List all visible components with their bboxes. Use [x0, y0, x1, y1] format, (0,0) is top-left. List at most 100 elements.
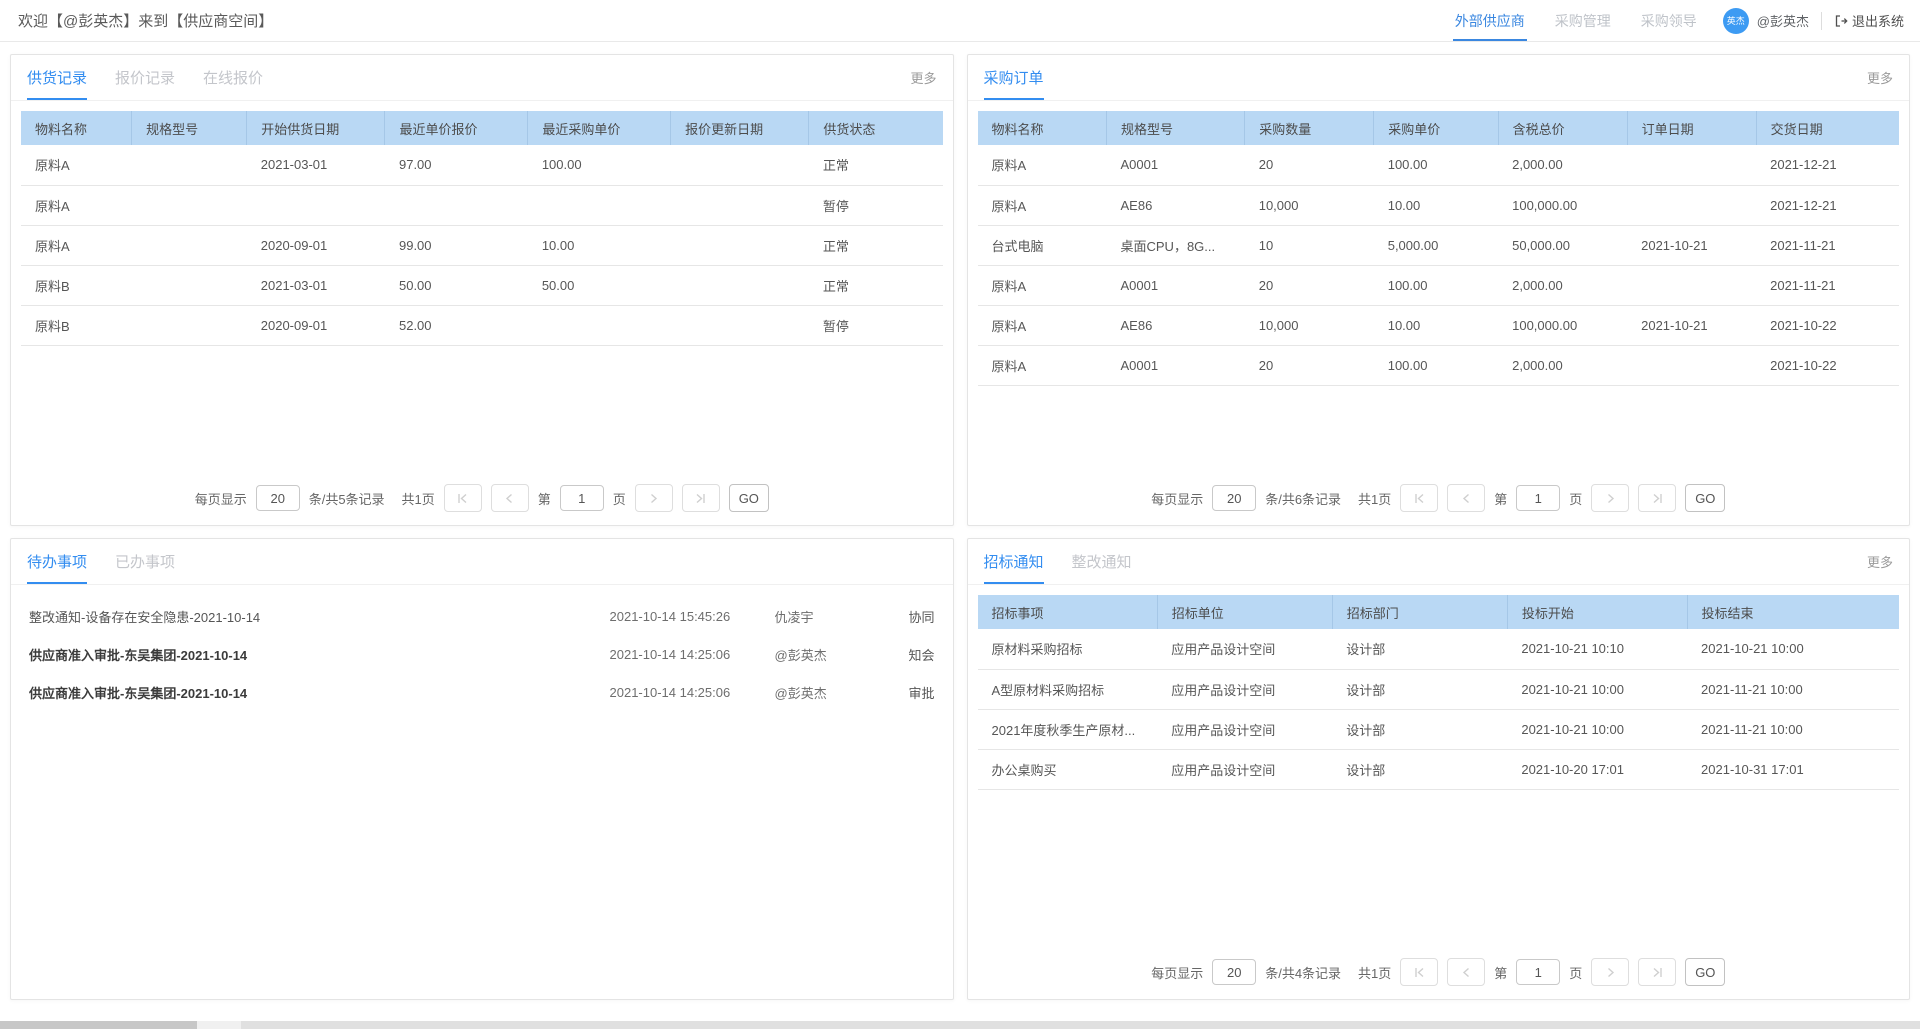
- orders-table-header: 物料名称规格型号采购数量采购单价含税总价订单日期交货日期: [978, 111, 1900, 145]
- last-page-button[interactable]: [682, 484, 720, 512]
- nav-item-purchase-leader[interactable]: 采购领导: [1641, 0, 1697, 41]
- last-page-button[interactable]: [1638, 484, 1676, 512]
- logout-button[interactable]: 退出系统: [1834, 11, 1904, 30]
- next-page-button[interactable]: [635, 484, 673, 512]
- first-page-button[interactable]: [444, 484, 482, 512]
- avatar[interactable]: 英杰: [1723, 8, 1749, 34]
- cell-material: 原料B: [21, 265, 132, 305]
- table-row[interactable]: 原料A AE86 10,000 10.00 100,000.00 2021-12…: [978, 185, 1900, 225]
- table-row[interactable]: A型原材料采购招标 应用产品设计空间 设计部 2021-10-21 10:00 …: [978, 669, 1900, 709]
- column-header: 投标结束: [1687, 595, 1899, 629]
- tab-bidding-notice[interactable]: 招标通知: [984, 539, 1044, 584]
- cell-recent-quote: 52.00: [385, 305, 528, 345]
- tab-quote-records[interactable]: 报价记录: [115, 55, 175, 100]
- nav-item-external-supplier[interactable]: 外部供应商: [1455, 0, 1525, 41]
- table-row[interactable]: 2021年度秋季生产原材... 应用产品设计空间 设计部 2021-10-21 …: [978, 709, 1900, 749]
- page-size-input[interactable]: [1212, 485, 1256, 511]
- column-header: 供货状态: [809, 111, 943, 145]
- cell-order-date: 2021-10-21: [1627, 225, 1756, 265]
- cell-spec: [132, 185, 247, 225]
- nav-item-purchase-management[interactable]: 采购管理: [1555, 0, 1611, 41]
- todo-item[interactable]: 供应商准入审批-东吴集团-2021-10-14 2021-10-14 14:25…: [11, 673, 953, 711]
- go-button[interactable]: GO: [729, 484, 769, 512]
- first-page-button[interactable]: [1400, 958, 1438, 986]
- cell-recent-quote: 99.00: [385, 225, 528, 265]
- bidding-pagination: 每页显示 条/共4条记录 共1页 第 页 GO: [968, 958, 1910, 986]
- cell-delivery-date: 2021-12-21: [1756, 145, 1899, 185]
- go-button[interactable]: GO: [1685, 484, 1725, 512]
- cell-delivery-date: 2021-12-21: [1756, 185, 1899, 225]
- cell-material: 台式电脑: [978, 225, 1107, 265]
- records-label: 条/共5条记录: [309, 489, 385, 508]
- cell-material: 原料A: [978, 345, 1107, 385]
- nav-label: 采购管理: [1555, 11, 1611, 31]
- cell-bid-department: 设计部: [1332, 709, 1507, 749]
- todo-title: 整改通知-设备存在安全隐患-2021-10-14: [29, 607, 610, 626]
- column-header: 规格型号: [132, 111, 247, 145]
- table-row[interactable]: 原料A AE86 10,000 10.00 100,000.00 2021-10…: [978, 305, 1900, 345]
- page-number-input[interactable]: [560, 485, 604, 511]
- cell-recent-price: 10.00: [528, 225, 671, 265]
- logout-icon: [1834, 14, 1848, 28]
- first-page-button[interactable]: [1400, 484, 1438, 512]
- supply-more-link[interactable]: 更多: [910, 68, 936, 87]
- cell-bid-subject: 2021年度秋季生产原材...: [978, 709, 1158, 749]
- table-row[interactable]: 办公桌购买 应用产品设计空间 设计部 2021-10-20 17:01 2021…: [978, 749, 1900, 789]
- tab-rectification-notice[interactable]: 整改通知: [1072, 539, 1132, 584]
- table-row[interactable]: 原料A 2021-03-01 97.00 100.00 正常: [21, 145, 943, 185]
- cell-bid-unit: 应用产品设计空间: [1157, 629, 1332, 669]
- cell-bid-subject: 原材料采购招标: [978, 629, 1158, 669]
- page-size-input[interactable]: [1212, 959, 1256, 985]
- cell-order-date: [1627, 185, 1756, 225]
- go-button[interactable]: GO: [1685, 958, 1725, 986]
- table-row[interactable]: 原料B 2020-09-01 52.00 暂停: [21, 305, 943, 345]
- tab-online-quote[interactable]: 在线报价: [203, 55, 263, 100]
- table-row[interactable]: 原料A A0001 20 100.00 2,000.00 2021-11-21: [978, 265, 1900, 305]
- prev-page-button[interactable]: [491, 484, 529, 512]
- table-row[interactable]: 原料A A0001 20 100.00 2,000.00 2021-12-21: [978, 145, 1900, 185]
- scrollbar-track-gap: [197, 1021, 241, 1029]
- panel-supply-records: 供货记录 报价记录 在线报价 更多 物料名称规格型号开始供货日期最近单价报价最近…: [10, 54, 954, 526]
- table-row[interactable]: 原料A 暂停: [21, 185, 943, 225]
- prev-page-button[interactable]: [1447, 958, 1485, 986]
- horizontal-scrollbar[interactable]: [0, 1021, 1920, 1029]
- table-row[interactable]: 原料B 2021-03-01 50.00 50.00 正常: [21, 265, 943, 305]
- table-row[interactable]: 原材料采购招标 应用产品设计空间 设计部 2021-10-21 10:10 20…: [978, 629, 1900, 669]
- orders-pagination: 每页显示 条/共6条记录 共1页 第 页 GO: [968, 484, 1910, 512]
- cell-quote-update-date: [671, 225, 809, 265]
- page-unit-label: 页: [1569, 963, 1582, 982]
- prev-page-button[interactable]: [1447, 484, 1485, 512]
- cell-order-date: [1627, 345, 1756, 385]
- bidding-table-header: 招标事项招标单位招标部门投标开始投标结束: [978, 595, 1900, 629]
- cell-total-price: 2,000.00: [1498, 345, 1627, 385]
- page-number-input[interactable]: [1516, 485, 1560, 511]
- orders-more-link[interactable]: 更多: [1867, 68, 1893, 87]
- cell-material: 原料A: [978, 265, 1107, 305]
- supply-table: 物料名称规格型号开始供货日期最近单价报价最近采购单价报价更新日期供货状态 原料A…: [21, 111, 943, 346]
- tab-todo-items[interactable]: 待办事项: [27, 539, 87, 584]
- todo-person: 仇凌宇: [775, 607, 890, 626]
- table-row[interactable]: 原料A 2020-09-01 99.00 10.00 正常: [21, 225, 943, 265]
- records-label: 条/共4条记录: [1265, 963, 1341, 982]
- cell-bid-subject: 办公桌购买: [978, 749, 1158, 789]
- next-page-button[interactable]: [1591, 958, 1629, 986]
- tab-done-items[interactable]: 已办事项: [115, 539, 175, 584]
- next-page-button[interactable]: [1591, 484, 1629, 512]
- next-page-icon: [1605, 967, 1616, 978]
- todo-item[interactable]: 整改通知-设备存在安全隐患-2021-10-14 2021-10-14 15:4…: [11, 597, 953, 635]
- bidding-more-link[interactable]: 更多: [1867, 552, 1893, 571]
- todo-timestamp: 2021-10-14 14:25:06: [610, 647, 775, 662]
- cell-spec: A0001: [1107, 145, 1245, 185]
- tab-purchase-orders[interactable]: 采购订单: [984, 55, 1044, 100]
- cell-bid-department: 设计部: [1332, 669, 1507, 709]
- orders-tabs: 采购订单: [984, 55, 1044, 100]
- todo-item[interactable]: 供应商准入审批-东吴集团-2021-10-14 2021-10-14 14:25…: [11, 635, 953, 673]
- scrollbar-thumb[interactable]: [0, 1021, 197, 1029]
- page-size-input[interactable]: [256, 485, 300, 511]
- tab-supply-records[interactable]: 供货记录: [27, 55, 87, 100]
- page-number-input[interactable]: [1516, 959, 1560, 985]
- top-nav: 外部供应商 采购管理 采购领导: [1455, 0, 1697, 41]
- table-row[interactable]: 台式电脑 桌面CPU，8G... 10 5,000.00 50,000.00 2…: [978, 225, 1900, 265]
- last-page-button[interactable]: [1638, 958, 1676, 986]
- table-row[interactable]: 原料A A0001 20 100.00 2,000.00 2021-10-22: [978, 345, 1900, 385]
